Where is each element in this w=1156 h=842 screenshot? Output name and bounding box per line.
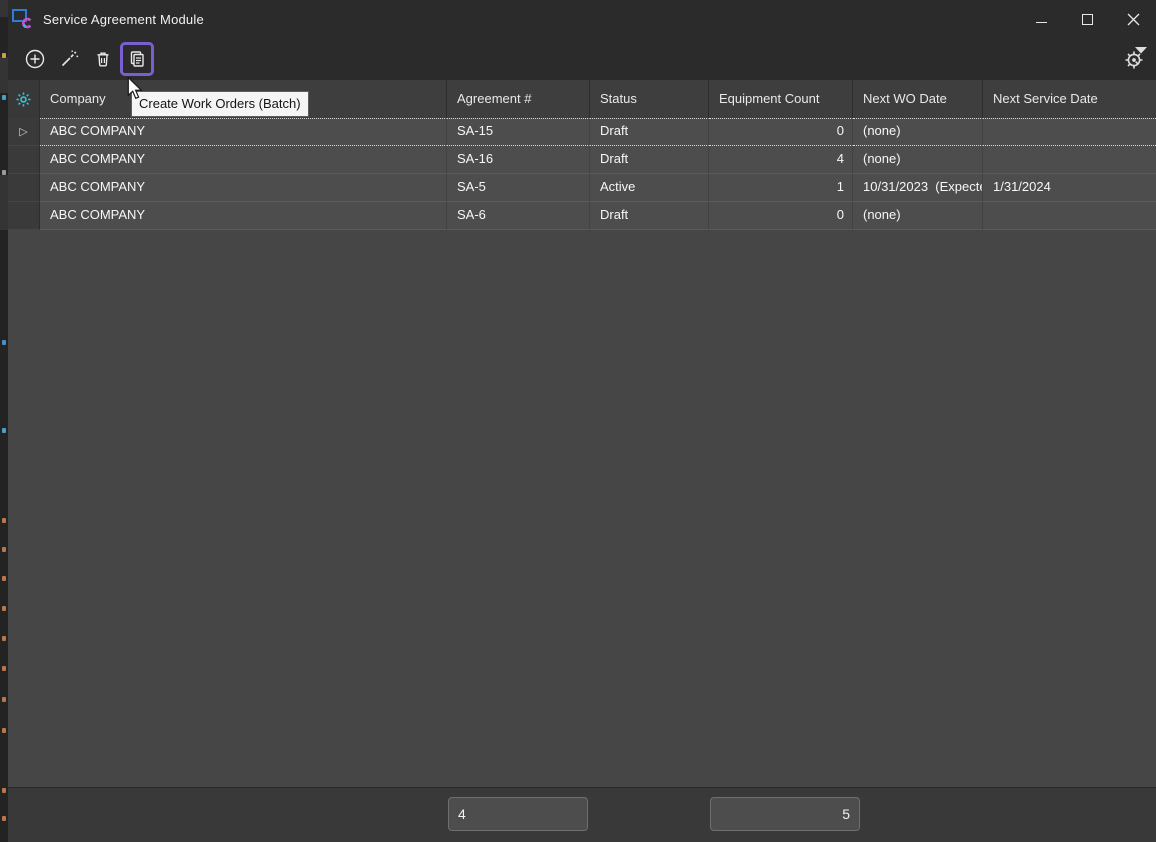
cell-company[interactable]: ABC COMPANY bbox=[40, 146, 447, 174]
close-icon bbox=[1127, 13, 1140, 26]
cell-company[interactable]: ABC COMPANY bbox=[40, 174, 447, 202]
background-icon bbox=[2, 518, 6, 523]
auto-generate-button[interactable] bbox=[52, 42, 86, 76]
cell-equipment-count[interactable]: 1 bbox=[709, 174, 853, 202]
dropdown-caret-icon bbox=[1135, 47, 1147, 54]
table-row[interactable]: ABC COMPANY SA-5 Active 1 10/31/2023 (Ex… bbox=[8, 174, 1156, 202]
cell-company[interactable]: ABC COMPANY bbox=[40, 118, 447, 146]
service-agreements-grid: Company Agreement # Status Equipment Cou… bbox=[8, 80, 1156, 787]
background-window-segment bbox=[0, 175, 8, 230]
table-row[interactable]: ABC COMPANY SA-16 Draft 4 (none) bbox=[8, 146, 1156, 174]
cell-equipment-count[interactable]: 0 bbox=[709, 118, 853, 146]
background-icon bbox=[2, 170, 6, 175]
app-window: Service Agreement Module bbox=[8, 0, 1156, 842]
table-row[interactable]: ▷ ABC COMPANY SA-15 Draft 0 (none) bbox=[8, 118, 1156, 146]
maximize-button[interactable] bbox=[1064, 0, 1110, 38]
cell-next-wo-date[interactable]: (none) bbox=[853, 118, 983, 146]
background-icon bbox=[2, 697, 6, 702]
background-icon bbox=[2, 53, 6, 58]
cell-status[interactable]: Draft bbox=[590, 146, 709, 174]
window-controls bbox=[1018, 0, 1156, 38]
sun-filter-icon bbox=[15, 91, 32, 108]
background-icon bbox=[2, 728, 6, 733]
cell-next-service-date[interactable] bbox=[983, 202, 1156, 230]
background-icon bbox=[2, 666, 6, 671]
add-button[interactable] bbox=[18, 42, 52, 76]
cell-equipment-count[interactable]: 4 bbox=[709, 146, 853, 174]
background-icon bbox=[2, 547, 6, 552]
cell-agreement-number[interactable]: SA-15 bbox=[447, 118, 590, 146]
column-header-next-wo-date[interactable]: Next WO Date bbox=[853, 80, 983, 118]
column-header-agreement-number[interactable]: Agreement # bbox=[447, 80, 590, 118]
window-title: Service Agreement Module bbox=[43, 12, 204, 27]
toolbar bbox=[8, 38, 1156, 80]
maximize-icon bbox=[1082, 14, 1093, 25]
background-icon bbox=[2, 606, 6, 611]
cell-next-service-date[interactable]: 1/31/2024 bbox=[983, 174, 1156, 202]
cell-equipment-count[interactable]: 0 bbox=[709, 202, 853, 230]
row-header[interactable] bbox=[8, 174, 40, 202]
background-icon bbox=[2, 576, 6, 581]
minimize-icon bbox=[1036, 22, 1047, 23]
cell-next-service-date[interactable] bbox=[983, 146, 1156, 174]
table-row[interactable]: ABC COMPANY SA-6 Draft 0 (none) bbox=[8, 202, 1156, 230]
footer-left-value-input[interactable] bbox=[448, 797, 588, 831]
background-icon bbox=[2, 816, 6, 821]
footer-bar bbox=[8, 787, 1156, 842]
trash-icon bbox=[92, 48, 114, 70]
tooltip-create-work-orders-batch: Create Work Orders (Batch) bbox=[131, 91, 309, 117]
cell-status[interactable]: Draft bbox=[590, 202, 709, 230]
titlebar: Service Agreement Module bbox=[8, 0, 1156, 38]
row-header[interactable] bbox=[8, 202, 40, 230]
background-icon bbox=[2, 340, 6, 345]
cell-next-wo-date[interactable]: (none) bbox=[853, 202, 983, 230]
copy-documents-icon bbox=[126, 48, 148, 70]
cell-agreement-number[interactable]: SA-6 bbox=[447, 202, 590, 230]
minimize-button[interactable] bbox=[1018, 0, 1064, 38]
background-window-edge bbox=[0, 0, 8, 842]
cell-agreement-number[interactable]: SA-16 bbox=[447, 146, 590, 174]
footer-right-value-input[interactable] bbox=[710, 797, 860, 831]
plus-circle-icon bbox=[24, 48, 46, 70]
background-window-segment bbox=[0, 57, 8, 93]
app-logo-icon bbox=[11, 7, 35, 31]
background-icon bbox=[2, 428, 6, 433]
grid-corner-cell[interactable] bbox=[8, 80, 40, 118]
cell-agreement-number[interactable]: SA-5 bbox=[447, 174, 590, 202]
row-header[interactable] bbox=[8, 146, 40, 174]
delete-button[interactable] bbox=[86, 42, 120, 76]
cell-next-service-date[interactable] bbox=[983, 118, 1156, 146]
row-header[interactable]: ▷ bbox=[8, 118, 40, 146]
create-work-orders-batch-button[interactable] bbox=[120, 42, 154, 76]
column-header-equipment-count[interactable]: Equipment Count bbox=[709, 80, 853, 118]
cell-next-wo-date[interactable]: (none) bbox=[853, 146, 983, 174]
cell-status[interactable]: Draft bbox=[590, 118, 709, 146]
cell-company[interactable]: ABC COMPANY bbox=[40, 202, 447, 230]
settings-button[interactable] bbox=[1118, 44, 1150, 76]
expand-arrow-icon[interactable]: ▷ bbox=[19, 125, 27, 138]
cell-status[interactable]: Active bbox=[590, 174, 709, 202]
column-header-next-service-date[interactable]: Next Service Date bbox=[983, 80, 1156, 118]
mouse-cursor-icon bbox=[127, 77, 144, 101]
background-window-segment bbox=[0, 0, 8, 17]
background-icon bbox=[2, 95, 6, 100]
cell-next-wo-date[interactable]: 10/31/2023 (Expected) bbox=[853, 174, 983, 202]
column-header-status[interactable]: Status bbox=[590, 80, 709, 118]
magic-wand-icon bbox=[58, 48, 80, 70]
background-icon bbox=[2, 636, 6, 641]
screen: Service Agreement Module bbox=[0, 0, 1156, 842]
close-button[interactable] bbox=[1110, 0, 1156, 38]
background-icon bbox=[2, 788, 6, 793]
